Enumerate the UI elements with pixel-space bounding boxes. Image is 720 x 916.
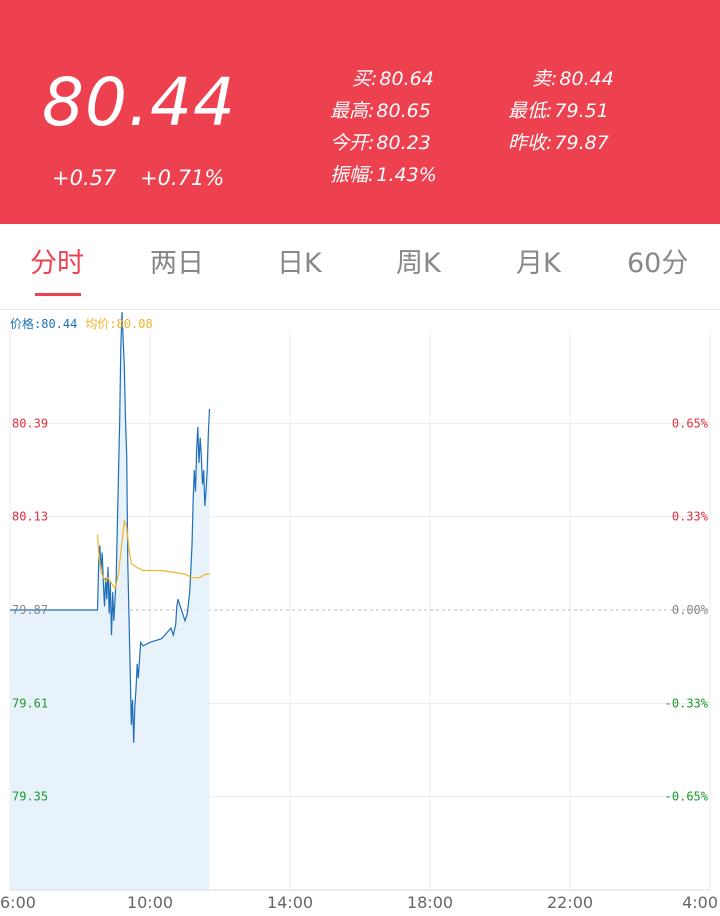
quote-header: 80.44 +0.57 +0.71% 买: 80.64 卖: 80.44 最高: 80… (0, 0, 720, 224)
price-change-percent: +0.71% (140, 166, 225, 190)
current-price: 80.44 (42, 64, 236, 141)
stat-value: 79.87 (554, 132, 609, 154)
stat-amplitude: 振幅: 1.43% (330, 166, 437, 185)
stat-label: 振幅: (330, 164, 375, 186)
y-tick-label: 79.61 (12, 696, 48, 710)
stat-open: 今开: 80.23 (330, 134, 431, 153)
y-tick-label: 80.39 (12, 416, 48, 430)
stat-label: 最低: (508, 100, 553, 122)
legend-price: 价格:80.44 (10, 317, 78, 331)
tab-intraday[interactable]: 分时 (30, 250, 84, 277)
y-right-tick-label: -0.33% (665, 696, 709, 710)
active-tab-indicator (35, 293, 81, 296)
y-tick-label: 79.35 (12, 790, 48, 804)
stat-value: 80.44 (559, 68, 614, 90)
stat-value: 80.65 (376, 100, 431, 122)
tab-weekly-k[interactable]: 周K (396, 250, 441, 277)
stat-prev-close: 昨收: 79.87 (508, 134, 609, 153)
stat-ask: 卖: 80.44 (532, 70, 614, 89)
y-tick-label: 80.13 (12, 510, 48, 524)
tab-two-day[interactable]: 两日 (150, 250, 204, 277)
stat-label: 最高: (330, 100, 375, 122)
x-tick-label: 18:00 (407, 893, 453, 912)
y-right-tick-label: 0.00% (672, 603, 709, 617)
stat-value: 79.51 (554, 100, 609, 122)
y-right-tick-label: 0.65% (672, 416, 709, 430)
stat-value: 80.64 (379, 68, 434, 90)
x-tick-label: 10:00 (127, 893, 173, 912)
chart-period-tabs: 分时 两日 日K 周K 月K 60分 (0, 224, 720, 310)
x-tick-label: 6:00 (0, 893, 36, 912)
stat-low: 最低: 79.51 (508, 102, 609, 121)
price-change: +0.57 (52, 166, 117, 190)
y-right-tick-label: -0.65% (665, 790, 709, 804)
stat-high: 最高: 80.65 (330, 102, 431, 121)
tab-60min[interactable]: 60分 (627, 250, 688, 277)
chart-legend: 价格:80.44 均价:80.08 (10, 315, 153, 332)
tab-daily-k[interactable]: 日K (277, 250, 322, 277)
intraday-chart[interactable]: 80.39 80.13 79.87 79.61 79.35 0.65% 0.33% 0.00%… (0, 310, 720, 916)
stat-label: 今开: (330, 132, 375, 154)
tab-monthly-k[interactable]: 月K (516, 250, 561, 277)
x-tick-label: 4:00 (682, 893, 718, 912)
chart-canvas: 80.39 80.13 79.87 79.61 79.35 0.65% 0.33% 0.00%… (0, 312, 718, 912)
stat-value: 80.23 (376, 132, 431, 154)
stat-label: 买: (352, 68, 378, 90)
y-tick-label: 79.87 (12, 603, 48, 617)
stat-label: 昨收: (508, 132, 553, 154)
stat-label: 卖: (532, 68, 558, 90)
x-tick-label: 22:00 (547, 893, 593, 912)
legend-avg: 均价:80.08 (85, 317, 153, 331)
y-right-tick-label: 0.33% (672, 510, 709, 524)
stat-bid: 买: 80.64 (352, 70, 434, 89)
stat-value: 1.43% (376, 164, 437, 186)
x-tick-label: 14:00 (267, 893, 313, 912)
